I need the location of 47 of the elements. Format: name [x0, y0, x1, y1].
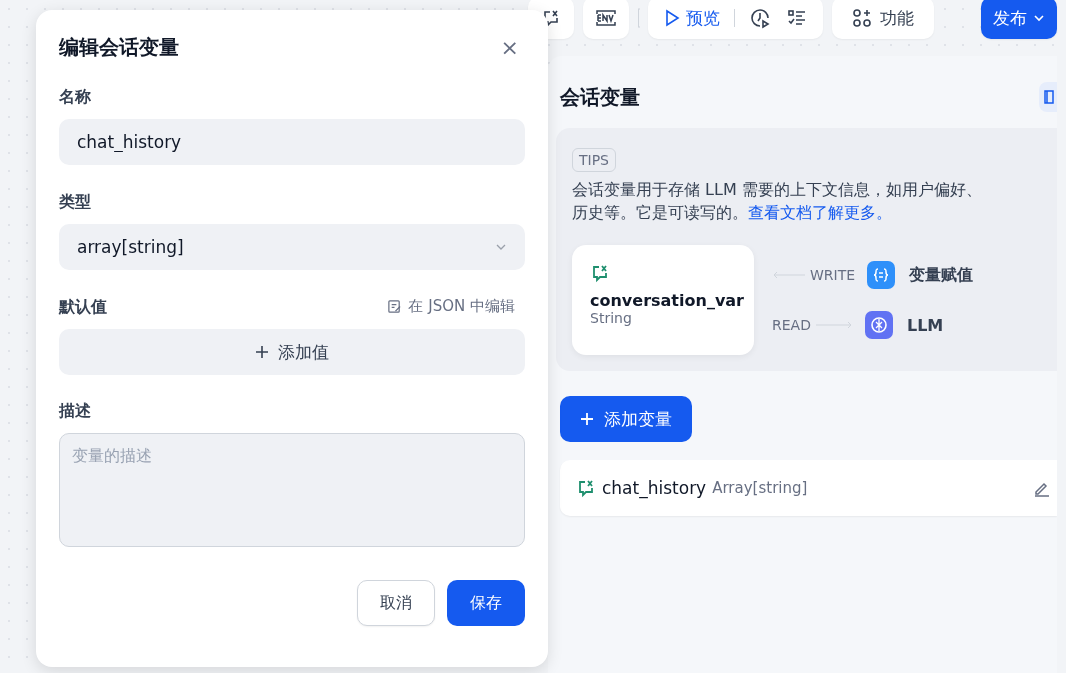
variable-name: conversation_var: [590, 291, 744, 310]
variable-type: Array[string]: [712, 479, 808, 497]
cancel-button[interactable]: 取消: [357, 580, 435, 626]
checklist-icon: [787, 8, 807, 28]
variable-row[interactable]: chat_history Array[string]: [560, 460, 1057, 516]
apps-plus-icon: [852, 8, 872, 28]
plus-icon: [580, 412, 594, 426]
variable-type: String: [590, 310, 632, 326]
variable-name: chat_history: [602, 478, 707, 498]
type-select[interactable]: array[string]: [59, 224, 525, 270]
field-label: 描述: [59, 401, 92, 422]
add-variable-button[interactable]: 添加变量: [560, 396, 692, 442]
docs-button[interactable]: [1039, 82, 1057, 112]
node-name: 变量赋值: [909, 264, 974, 286]
features-button[interactable]: 功能: [832, 0, 934, 39]
right-arrow-icon: [814, 321, 853, 329]
variable-icon: [590, 263, 610, 283]
tips-badge: TIPS: [572, 148, 616, 172]
field-label: 类型: [59, 192, 92, 213]
add-value-button[interactable]: 添加值: [59, 329, 525, 375]
read-label: READ: [772, 317, 811, 333]
left-arrow-icon: [772, 271, 806, 279]
variable-icon: [576, 478, 596, 498]
edit-document-icon: [387, 299, 403, 314]
field-label: 名称: [59, 87, 92, 108]
json-edit-link[interactable]: 在 JSON 中编辑: [387, 297, 525, 316]
field-label: 默认值: [59, 297, 107, 318]
env-button[interactable]: [583, 0, 629, 39]
close-button[interactable]: ×: [494, 35, 525, 60]
clock-icon: [749, 7, 771, 29]
llm-node-icon: [864, 311, 893, 339]
play-icon: [664, 9, 680, 27]
panel-title: 会话变量: [560, 83, 640, 111]
write-label: WRITE: [810, 267, 856, 283]
publish-button[interactable]: 发布: [981, 0, 1057, 39]
docs-link[interactable]: 查看文档了解更多。: [748, 203, 892, 222]
env-icon: [595, 8, 617, 28]
description-field[interactable]: 变量的描述: [59, 433, 525, 547]
plus-icon: [255, 345, 269, 359]
name-input-field[interactable]: chat_history: [59, 119, 525, 165]
assign-node-icon: [867, 261, 896, 289]
chevron-down-icon: [1033, 12, 1045, 24]
tips-text: 会话变量用于存储 LLM 需要的上下文信息，如用户偏好、 历史等。它是可读写的。查看文档了解更多。: [572, 179, 982, 224]
dialog-title: 编辑会话变量: [59, 34, 179, 61]
save-button[interactable]: 保存: [447, 580, 525, 626]
variable-icon: [541, 8, 561, 28]
node-name: LLM: [906, 315, 944, 335]
